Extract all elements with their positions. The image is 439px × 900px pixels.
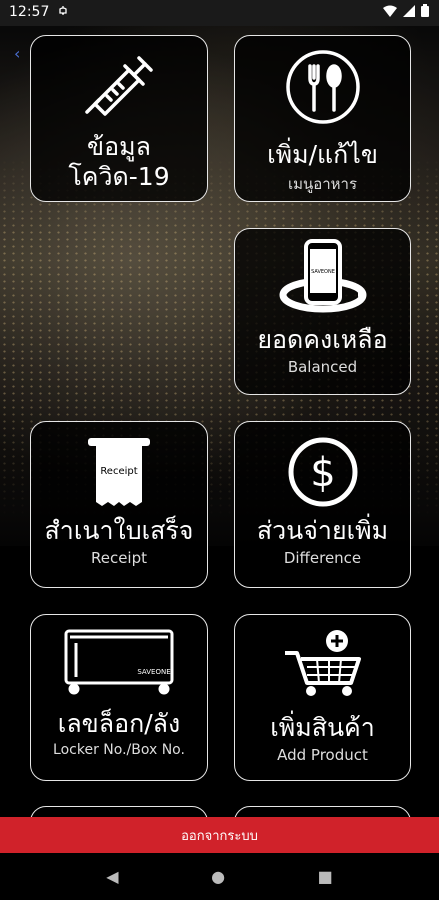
- locker-box-tile[interactable]: SAVEONE เลขล็อก/ลัง Locker No./Box No.: [30, 614, 208, 781]
- tile-title: ยอดคงเหลือ: [257, 325, 388, 354]
- svg-text:$: $: [310, 450, 335, 496]
- tile-title: เพิ่ม/แก้ไข: [267, 140, 378, 169]
- receipt-paper-text: Receipt: [100, 466, 137, 477]
- tile-subtitle: Add Product: [277, 746, 368, 764]
- status-icons: [383, 4, 429, 17]
- edit-menu-tile[interactable]: เพิ่ม/แก้ไข เมนูอาหาร: [234, 35, 411, 202]
- tile-subtitle: Receipt: [90, 549, 148, 567]
- nav-recents-icon[interactable]: ■: [318, 867, 333, 886]
- difference-tile[interactable]: $ ส่วนจ่ายเพิ่ม Difference: [234, 421, 411, 588]
- fork-spoon-icon: [235, 48, 410, 126]
- tile-subtitle: เมนูอาหาร: [287, 175, 358, 193]
- status-bar: 12:57: [0, 0, 439, 26]
- system-nav-bar: ◀ ● ■: [0, 853, 439, 900]
- tile-title: เลขล็อก/ลัง: [57, 709, 181, 738]
- tile-title: ข้อมูล: [87, 132, 151, 161]
- nav-home-icon[interactable]: ●: [211, 867, 225, 886]
- tile-subtitle: Difference: [283, 549, 362, 567]
- cart-add-icon: [235, 627, 410, 699]
- balance-tile[interactable]: SAVEONE ยอดคงเหลือ Balanced: [234, 228, 411, 395]
- tile-subtitle: Locker No./Box No.: [53, 742, 185, 758]
- add-product-tile[interactable]: เพิ่มสินค้า Add Product: [234, 614, 411, 781]
- back-icon[interactable]: ‹: [14, 44, 20, 63]
- logout-button[interactable]: ออกจากระบบ: [0, 817, 439, 853]
- covid-info-tile[interactable]: ข้อมูล โควิด-19: [30, 35, 208, 202]
- tile-title: โควิด-19: [68, 162, 170, 191]
- tile-title: ส่วนจ่ายเพิ่ม: [256, 516, 389, 545]
- tile-title: สำเนาใบเสร็จ: [44, 516, 194, 545]
- receipt-copy-tile[interactable]: Receipt สำเนาใบเสร็จ Receipt: [30, 421, 208, 588]
- status-time: 12:57: [9, 4, 50, 20]
- phone-screen-text: SAVEONE: [311, 269, 335, 275]
- locker-box-icon: SAVEONE: [31, 627, 207, 695]
- battery-icon: [421, 4, 429, 17]
- signal-icon: [403, 4, 415, 17]
- tile-subtitle: Balanced: [287, 358, 358, 376]
- notification-icon: [58, 5, 68, 20]
- receipt-icon: Receipt: [31, 436, 207, 508]
- locker-box-text: SAVEONE: [137, 668, 170, 676]
- phone-rotate-icon: SAVEONE: [235, 237, 410, 319]
- wifi-icon: [383, 5, 397, 17]
- nav-back-icon[interactable]: ◀: [106, 867, 118, 886]
- syringe-icon: [31, 54, 207, 116]
- tile-title: เพิ่มสินค้า: [270, 713, 375, 742]
- dollar-icon: $: [235, 436, 410, 508]
